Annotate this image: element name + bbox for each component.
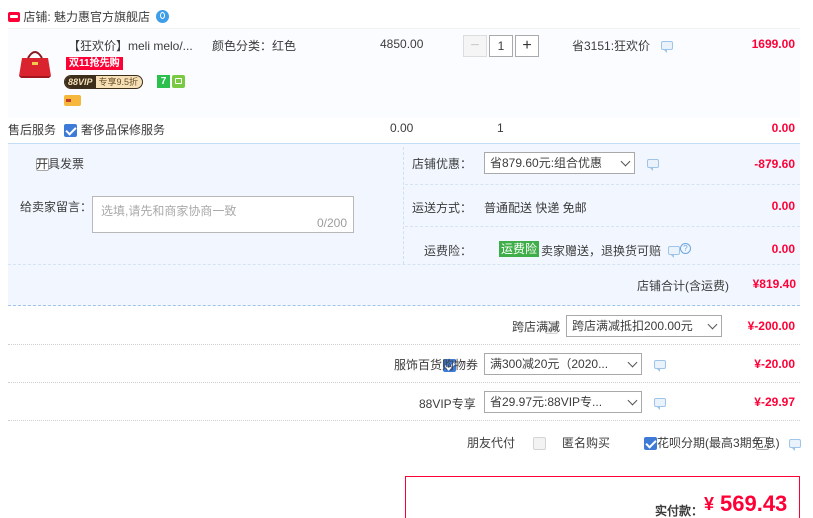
- chevron-down-icon: [707, 319, 718, 330]
- shop-discount-amount: -879.60: [754, 157, 795, 171]
- vip-tag: 88VIP 专享9.5折: [64, 75, 144, 89]
- final-currency: ¥: [704, 494, 715, 514]
- row-divider: [8, 344, 800, 345]
- vip-tag-label: 88VIP: [65, 76, 96, 88]
- shop-discount-value: 省879.60元:组合优惠: [490, 156, 603, 170]
- chat-icon[interactable]: [789, 439, 801, 451]
- chevron-down-icon: [627, 395, 638, 406]
- cross-store-amount: ¥-200.00: [747, 319, 795, 333]
- quantity-input[interactable]: 1: [489, 35, 513, 57]
- warranty-option-label[interactable]: 奢侈品保修服务: [81, 121, 165, 138]
- anonymous-label[interactable]: 匿名购买: [562, 434, 610, 451]
- shop-discount-select[interactable]: 省879.60元:组合优惠: [484, 152, 635, 174]
- cross-store-value: 跨店满减抵扣200.00元: [572, 319, 693, 333]
- row-divider: [405, 184, 800, 185]
- insurance-desc: 卖家赠送，退换货可赔: [541, 244, 662, 258]
- anonymous-checkbox[interactable]: [644, 437, 658, 451]
- chevron-down-icon: [627, 357, 638, 368]
- chevron-down-icon: [620, 156, 631, 167]
- shop-discount-label: 店铺优惠：: [412, 157, 473, 171]
- seller-message-placeholder: 选填,请先和商家协商一致: [101, 204, 237, 218]
- shipping-amount: 0.00: [771, 199, 795, 213]
- shop-header: 店铺: 魅力惠官方旗舰店: [8, 8, 208, 26]
- service-label: 售后服务: [8, 123, 57, 137]
- insurance-amount: 0.00: [771, 242, 795, 256]
- shop-prefix: 店铺:: [23, 10, 51, 24]
- chat-icon[interactable]: [668, 246, 680, 258]
- final-label: 实付款：: [655, 504, 704, 518]
- chat-icon[interactable]: [661, 41, 673, 53]
- row-divider: [405, 226, 800, 227]
- vip-amount: ¥-29.97: [754, 395, 795, 409]
- chat-icon[interactable]: [654, 360, 666, 372]
- char-counter: 0/200: [316, 216, 347, 230]
- chat-icon[interactable]: [654, 398, 666, 410]
- final-payment-box: 实付款： ¥ 569.43: [405, 476, 800, 518]
- vip-label: 88VIP专享: [419, 397, 476, 411]
- huabei-label[interactable]: 花呗分期(最高3期免息): [657, 434, 780, 451]
- promo-text: 省3151:狂欢价: [572, 39, 651, 53]
- vip-value: 省29.97元:88VIP专...: [490, 395, 603, 409]
- product-thumbnail[interactable]: [16, 44, 54, 78]
- help-icon[interactable]: ?: [680, 243, 691, 254]
- row-divider: [8, 264, 800, 265]
- quantity-stepper: − 1 +: [463, 35, 539, 57]
- coupon-label: 服饰百货购物券: [394, 358, 479, 372]
- guarantee-icon: [172, 75, 185, 88]
- invoice-label[interactable]: 开具发票: [36, 155, 84, 172]
- coupon-amount: ¥-20.00: [754, 357, 795, 371]
- sku-label: 颜色分类：红色: [212, 39, 297, 53]
- insurance-tag: 运费险: [499, 241, 540, 257]
- service-qty: 1: [497, 121, 504, 135]
- original-price: 4850.00: [380, 37, 424, 51]
- insurance-label: 运费险：: [424, 244, 473, 258]
- seller-message-label: 给卖家留言：: [20, 200, 93, 214]
- shop-total-label: 店铺合计(含运费): [637, 279, 729, 293]
- presale-tag: 双11抢先购: [66, 57, 123, 70]
- shipping-label: 运送方式：: [412, 201, 473, 215]
- friend-pay-label: 朋友代付: [467, 436, 516, 450]
- credit-card-icon: [64, 95, 81, 106]
- vip-tag-discount: 专享9.5折: [98, 77, 139, 87]
- product-title-link[interactable]: 【狂欢价】meli melo/...: [68, 37, 193, 54]
- row-divider: [8, 420, 800, 421]
- final-amount: 569.43: [720, 491, 788, 516]
- increment-button[interactable]: +: [515, 35, 539, 57]
- coupon-select[interactable]: 满300减20元（2020...: [484, 353, 642, 375]
- tmall-icon[interactable]: [156, 10, 170, 23]
- service-subtotal: 0.00: [771, 121, 795, 135]
- decrement-button[interactable]: −: [463, 35, 487, 57]
- seller-message-input[interactable]: 选填,请先和商家协商一致 0/200: [92, 196, 354, 233]
- shop-name-link[interactable]: 魅力惠官方旗舰店: [54, 10, 150, 24]
- service-price: 0.00: [390, 121, 414, 135]
- coupon-value: 满300减20元（2020...: [490, 357, 609, 371]
- shipping-method: 普通配送 快递 免邮: [484, 201, 587, 215]
- warranty-checkbox[interactable]: [64, 124, 77, 138]
- vip-select[interactable]: 省29.97元:88VIP专...: [484, 391, 642, 413]
- item-price: 1699.00: [751, 37, 795, 51]
- shop-total-amount: ¥819.40: [752, 277, 796, 291]
- panel-divider: [403, 147, 404, 264]
- cross-store-label: 跨店满减: [512, 320, 561, 334]
- row-divider: [8, 382, 800, 383]
- friend-pay-checkbox: [532, 437, 546, 451]
- seven-day-return-icon: 7: [157, 75, 170, 88]
- chat-icon[interactable]: [647, 159, 659, 171]
- shop-icon: [8, 11, 20, 22]
- cross-store-select[interactable]: 跨店满减抵扣200.00元: [566, 315, 722, 337]
